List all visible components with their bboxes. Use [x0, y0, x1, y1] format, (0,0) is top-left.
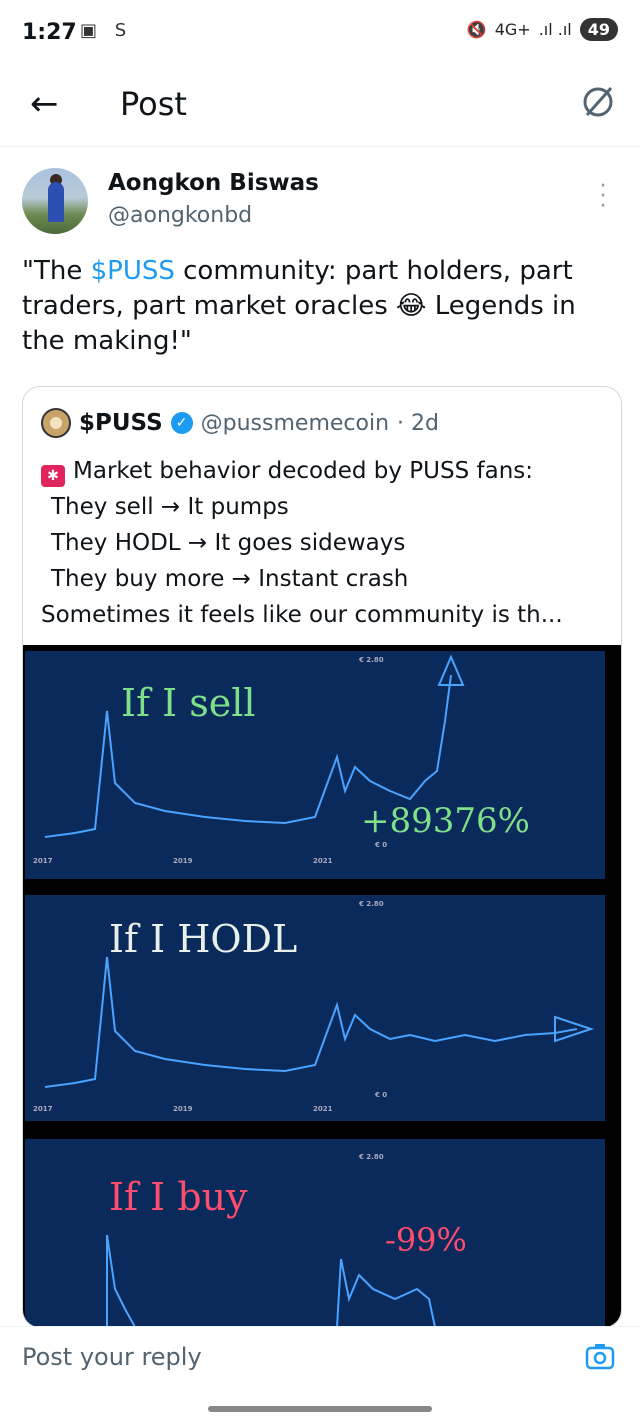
- year-tick: 2017: [33, 1105, 53, 1113]
- quoted-post[interactable]: $PUSS ✓ @pussmemecoin · 2d ✱ Market behav…: [22, 386, 622, 1328]
- year-tick: 2019: [173, 857, 193, 865]
- quote-line: They buy more → Instant crash: [51, 566, 409, 592]
- network-type: 4G+: [494, 20, 531, 39]
- post-text: "The $PUSS community: part holders, part…: [22, 254, 612, 359]
- year-tick: 2021: [313, 1105, 333, 1113]
- year-tick: 2021: [313, 857, 333, 865]
- signal-icon: .ıl .ıl: [538, 20, 572, 39]
- quote-handle: @pussmemecoin: [200, 410, 390, 436]
- quote-line-text: Market behavior decoded by PUSS fans:: [73, 458, 533, 484]
- grok-icon[interactable]: [578, 82, 618, 122]
- quote-avatar: [41, 408, 71, 438]
- caption-sell: If I sell: [121, 681, 256, 725]
- annotation-buy: -99%: [385, 1221, 467, 1259]
- reply-bar: Post your reply: [0, 1326, 640, 1397]
- arrow-left-icon[interactable]: ←: [30, 84, 59, 124]
- home-indicator[interactable]: [208, 1406, 432, 1412]
- price-top-label: € 2.80: [359, 900, 384, 908]
- quote-header: $PUSS ✓ @pussmemecoin · 2d: [41, 407, 439, 439]
- quote-text: ✱ Market behavior decoded by PUSS fans: T…: [41, 453, 611, 633]
- author-name[interactable]: Aongkon Biswas: [108, 170, 319, 196]
- quote-line: They sell → It pumps: [51, 494, 289, 520]
- quote-media-image[interactable]: € 2.80 € 0 2017 2019 2021 If I sell +893…: [23, 645, 621, 1327]
- status-right: 🔇 4G+ .ıl .ıl 49: [467, 18, 618, 41]
- siren-icon: ✱: [41, 465, 65, 487]
- top-bar: ← Post: [0, 66, 640, 147]
- reply-input[interactable]: Post your reply: [22, 1343, 202, 1371]
- status-bar: 1:27 ▣ S 🔇 4G+ .ıl .ıl 49: [0, 0, 640, 66]
- caption-buy: If I buy: [109, 1175, 248, 1219]
- chart-panel-hodl: € 2.80 € 0 2017 2019 2021 If I HODL: [25, 895, 605, 1121]
- author-avatar[interactable]: [22, 168, 88, 234]
- post-text-start: "The: [22, 256, 91, 286]
- author-handle[interactable]: @aongkonbd: [108, 203, 252, 228]
- chart-buy-svg: [106, 1234, 436, 1327]
- price-top-label: € 2.80: [359, 656, 384, 664]
- chart-panel-buy: € 2.80 If I buy -99%: [25, 1139, 605, 1327]
- quote-time: · 2d: [397, 410, 439, 436]
- notification-icons: ▣ S: [80, 20, 133, 41]
- price-bottom-label: € 0: [375, 841, 388, 849]
- cashtag-link[interactable]: $PUSS: [91, 256, 175, 286]
- quote-line: Sometimes it feels like our community is…: [41, 602, 563, 628]
- battery-icon: 49: [579, 18, 618, 41]
- verified-badge-icon: ✓: [170, 412, 193, 434]
- more-options-icon[interactable]: · · ·: [598, 176, 608, 218]
- avatar-figure: [48, 182, 64, 222]
- chart-sell-svg: [44, 654, 465, 838]
- status-time: 1:27: [22, 20, 77, 45]
- page-title: Post: [120, 85, 187, 123]
- chart-panel-sell: € 2.80 € 0 2017 2019 2021 If I sell +893…: [25, 651, 605, 879]
- mute-icon: 🔇: [466, 20, 487, 39]
- quote-line: ✱ Market behavior decoded by PUSS fans:: [41, 453, 611, 489]
- quote-line: They HODL → It goes sideways: [51, 530, 406, 556]
- camera-icon[interactable]: [584, 1341, 616, 1373]
- price-bottom-label: € 0: [375, 1091, 388, 1099]
- quote-name: $PUSS: [79, 410, 163, 436]
- caption-hodl: If I HODL: [109, 917, 298, 961]
- year-tick: 2017: [33, 857, 53, 865]
- price-top-label: € 2.80: [359, 1153, 384, 1161]
- annotation-sell: +89376%: [361, 801, 530, 841]
- year-tick: 2019: [173, 1105, 193, 1113]
